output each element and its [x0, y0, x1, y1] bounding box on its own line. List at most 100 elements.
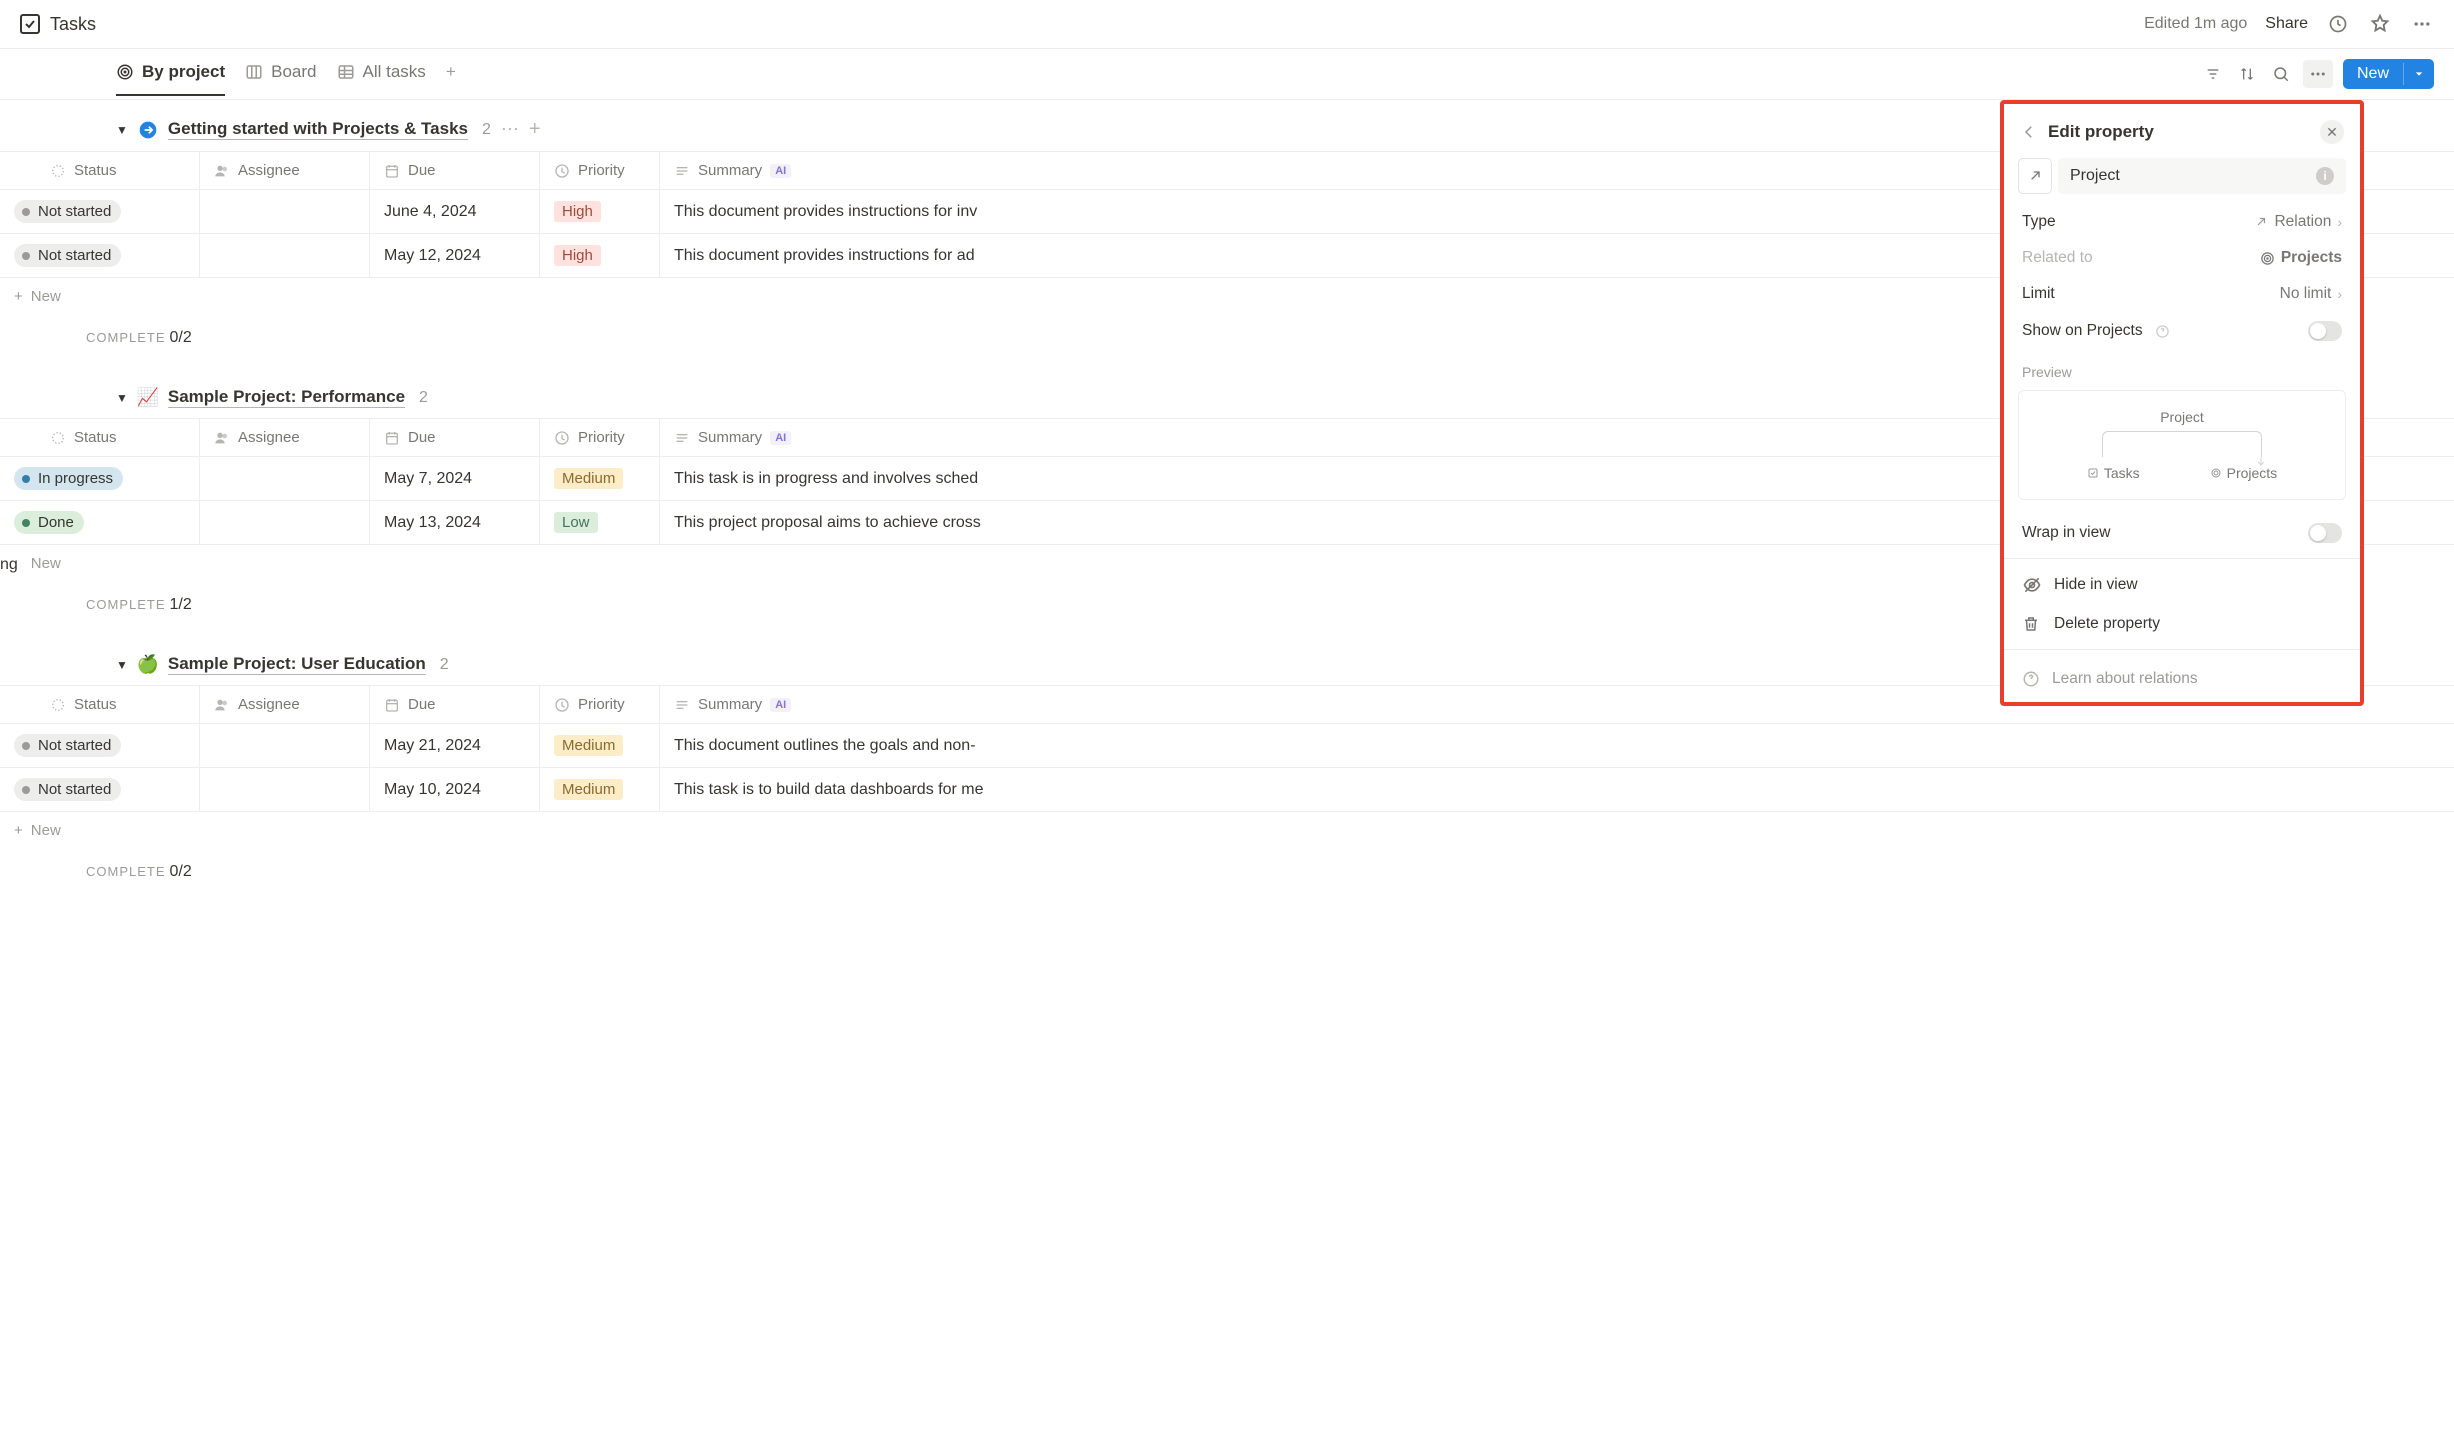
search-icon[interactable] — [2269, 62, 2293, 86]
tab-all-tasks[interactable]: All tasks — [337, 62, 426, 96]
wrap-toggle[interactable] — [2308, 523, 2342, 543]
cell-status[interactable]: Not started — [0, 724, 200, 767]
arrow-circle-icon — [138, 120, 158, 140]
cell-status[interactable]: Not started — [0, 234, 200, 277]
cell-assignee[interactable] — [200, 724, 370, 767]
clock-icon[interactable] — [2326, 12, 2350, 36]
caret-down-icon[interactable]: ▼ — [116, 658, 128, 672]
apple-emoji-icon: 🍏 — [138, 655, 158, 675]
preview-tasks: Tasks — [2087, 465, 2140, 481]
popup-header: Edit property ✕ — [2004, 110, 2360, 154]
add-row-button[interactable]: +New — [0, 812, 2454, 849]
cell-priority[interactable]: Medium — [540, 457, 660, 500]
complete-summary: COMPLETE0/2 — [0, 849, 2454, 903]
cell-priority[interactable]: High — [540, 190, 660, 233]
property-name-row: Project i — [2004, 154, 2360, 204]
new-button-dropdown[interactable] — [2403, 63, 2434, 85]
col-due[interactable]: Due — [370, 152, 540, 189]
info-icon[interactable]: i — [2316, 167, 2334, 185]
topbar: Tasks Edited 1m ago Share — [0, 0, 2454, 49]
chart-emoji-icon: 📈 — [138, 388, 158, 408]
group-add-icon[interactable]: + — [529, 118, 541, 141]
table-row[interactable]: Not started May 10, 2024 Medium This tas… — [0, 768, 2454, 812]
status-badge: Not started — [14, 200, 121, 223]
more-icon[interactable] — [2410, 12, 2434, 36]
close-icon[interactable]: ✕ — [2320, 120, 2344, 144]
tab-by-project[interactable]: By project — [116, 62, 225, 96]
related-to-row: Related to Projects — [2004, 240, 2360, 276]
col-status[interactable]: Status — [0, 152, 200, 189]
status-badge: Not started — [14, 244, 121, 267]
group-name[interactable]: Getting started with Projects & Tasks — [168, 119, 468, 140]
cell-status[interactable]: Not started — [0, 190, 200, 233]
cell-status[interactable]: Not started — [0, 768, 200, 811]
col-priority[interactable]: Priority — [540, 686, 660, 723]
show-on-toggle[interactable] — [2308, 321, 2342, 341]
col-assignee[interactable]: Assignee — [200, 419, 370, 456]
col-priority[interactable]: Priority — [540, 152, 660, 189]
content: ▼ Getting started with Projects & Tasks … — [0, 100, 2454, 903]
cell-assignee[interactable] — [200, 457, 370, 500]
col-status[interactable]: Status — [0, 686, 200, 723]
sort-icon[interactable] — [2235, 62, 2259, 86]
cell-priority[interactable]: Medium — [540, 724, 660, 767]
cell-priority[interactable]: Medium — [540, 768, 660, 811]
group-name[interactable]: Sample Project: Performance — [168, 387, 405, 408]
add-view-button[interactable]: + — [446, 62, 456, 96]
limit-row[interactable]: Limit No limit› — [2004, 276, 2360, 312]
learn-link[interactable]: Learn about relations — [2004, 656, 2360, 702]
page-title[interactable]: Tasks — [50, 14, 96, 35]
cell-due[interactable]: May 21, 2024 — [370, 724, 540, 767]
cell-priority[interactable]: Low — [540, 501, 660, 544]
tab-label: By project — [142, 62, 225, 82]
cell-due[interactable]: May 12, 2024 — [370, 234, 540, 277]
col-assignee[interactable]: Assignee — [200, 686, 370, 723]
cell-assignee[interactable] — [200, 501, 370, 544]
new-button[interactable]: New — [2343, 59, 2434, 89]
cell-assignee[interactable] — [200, 768, 370, 811]
viewbar-actions: New — [2201, 59, 2434, 99]
property-name-input[interactable]: Project i — [2058, 158, 2346, 194]
wrap-row[interactable]: Wrap in view — [2004, 514, 2360, 552]
topbar-right: Edited 1m ago Share — [2144, 12, 2434, 36]
cell-summary[interactable]: This document outlines the goals and non… — [660, 724, 2454, 767]
cell-due[interactable]: June 4, 2024 — [370, 190, 540, 233]
hide-in-view-button[interactable]: Hide in view — [2004, 565, 2360, 605]
cell-due[interactable]: May 7, 2024 — [370, 457, 540, 500]
ai-badge: AI — [770, 431, 791, 445]
caret-down-icon[interactable]: ▼ — [116, 123, 128, 137]
viewbar: By project Board All tasks + New — [0, 49, 2454, 100]
cell-status[interactable]: Done — [0, 501, 200, 544]
col-due[interactable]: Due — [370, 686, 540, 723]
cell-due[interactable]: May 10, 2024 — [370, 768, 540, 811]
preview-label: Preview — [2004, 350, 2360, 384]
delete-property-button[interactable]: Delete property — [2004, 605, 2360, 643]
cell-status[interactable]: In progress — [0, 457, 200, 500]
group-more-icon[interactable]: ⋯ — [501, 119, 519, 140]
table-row[interactable]: Not started May 21, 2024 Medium This doc… — [0, 724, 2454, 768]
view-more-button[interactable] — [2303, 60, 2333, 88]
col-priority[interactable]: Priority — [540, 419, 660, 456]
back-arrow-icon[interactable] — [2020, 123, 2038, 141]
col-assignee[interactable]: Assignee — [200, 152, 370, 189]
star-icon[interactable] — [2368, 12, 2392, 36]
edit-property-popup: Edit property ✕ Project i Type Relation› — [2000, 100, 2364, 706]
cell-assignee[interactable] — [200, 190, 370, 233]
col-status[interactable]: Status — [0, 419, 200, 456]
show-on-row[interactable]: Show on Projects — [2004, 312, 2360, 350]
caret-down-icon[interactable]: ▼ — [116, 391, 128, 405]
tab-label: All tasks — [363, 62, 426, 82]
col-due[interactable]: Due — [370, 419, 540, 456]
filter-icon[interactable] — [2201, 62, 2225, 86]
tab-board[interactable]: Board — [245, 62, 316, 96]
cell-assignee[interactable] — [200, 234, 370, 277]
tab-label: Board — [271, 62, 316, 82]
share-button[interactable]: Share — [2265, 15, 2308, 33]
group-name[interactable]: Sample Project: User Education — [168, 654, 426, 675]
cell-summary[interactable]: This task is to build data dashboards fo… — [660, 768, 2454, 811]
popup-title: Edit property — [2048, 122, 2310, 142]
cell-due[interactable]: May 13, 2024 — [370, 501, 540, 544]
type-row[interactable]: Type Relation› — [2004, 204, 2360, 240]
cell-priority[interactable]: High — [540, 234, 660, 277]
property-icon-button[interactable] — [2018, 158, 2052, 194]
